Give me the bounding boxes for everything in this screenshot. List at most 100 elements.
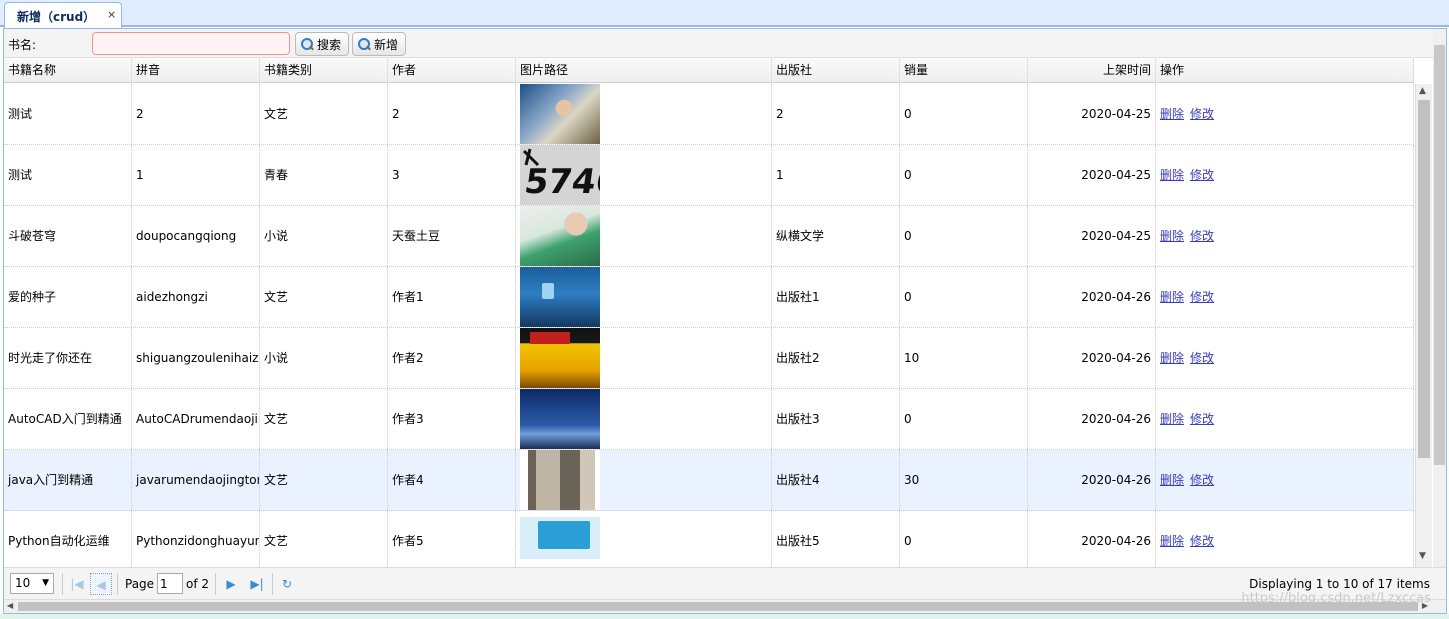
captcha-image: 5746 (522, 148, 600, 202)
cell-author: 作者3 (388, 389, 516, 449)
edit-link[interactable]: 修改 (1190, 412, 1214, 426)
tab-strip: 新增（crud） × (0, 0, 1449, 28)
column-header-name[interactable]: 书籍名称 (4, 59, 132, 83)
book-image (520, 511, 600, 567)
close-icon[interactable]: × (107, 8, 116, 21)
cell-image (516, 267, 772, 327)
edit-link[interactable]: 修改 (1190, 351, 1214, 365)
cell-category: 文艺 (260, 450, 388, 510)
delete-link[interactable]: 删除 (1160, 412, 1184, 426)
cell-sales: 0 (900, 511, 1028, 567)
column-header-pinyin[interactable]: 拼音 (132, 59, 260, 83)
edit-link[interactable]: 修改 (1190, 229, 1214, 243)
cell-date: 2020-04-25 (1028, 84, 1156, 144)
scroll-up-icon[interactable]: ▲ (1419, 86, 1426, 96)
last-page-icon[interactable]: ▶| (246, 573, 268, 595)
page-label: Page (125, 577, 155, 591)
cell-name: 测试 (4, 84, 132, 144)
delete-link[interactable]: 删除 (1160, 107, 1184, 121)
delete-link[interactable]: 删除 (1160, 168, 1184, 182)
table-row[interactable]: 测试 1 青春 3 5746 1 0 2020-04-25 删除 修改 (4, 145, 1414, 206)
column-header-sales[interactable]: 销量 (900, 59, 1028, 83)
cell-image (516, 450, 772, 510)
tab-title: 新增（crud） (17, 10, 96, 24)
column-header-date[interactable]: 上架时间 (1028, 59, 1156, 83)
divider (215, 573, 216, 595)
delete-link[interactable]: 删除 (1160, 290, 1184, 304)
cell-date: 2020-04-25 (1028, 206, 1156, 266)
edit-link[interactable]: 修改 (1190, 473, 1214, 487)
watermark: https://blog.csdn.net/Lzxccas (1241, 591, 1431, 606)
search-button[interactable]: 搜索 (295, 32, 349, 56)
cell-publisher: 出版社1 (772, 267, 900, 327)
book-image (520, 389, 600, 449)
cell-publisher: 2 (772, 84, 900, 144)
grid-vertical-scrollbar[interactable]: ▲ ▼ (1415, 84, 1432, 567)
column-header-publisher[interactable]: 出版社 (772, 59, 900, 83)
cell-category: 文艺 (260, 389, 388, 449)
column-header-author[interactable]: 作者 (388, 59, 516, 83)
scroll-left-icon[interactable]: ◀ (7, 601, 13, 610)
cell-date: 2020-04-26 (1028, 450, 1156, 510)
page-size-value: 10 (15, 576, 31, 590)
add-button[interactable]: 新增 (352, 32, 406, 56)
cell-image: 5746 (516, 145, 772, 205)
book-name-input[interactable] (92, 32, 290, 55)
delete-link[interactable]: 删除 (1160, 534, 1184, 548)
page-size-select[interactable]: 10 ▼ (10, 573, 54, 594)
cell-name: AutoCAD入门到精通 (4, 389, 132, 449)
refresh-icon[interactable]: ↻ (276, 573, 298, 595)
cell-pinyin: 1 (132, 145, 260, 205)
table-row[interactable]: Python自动化运维 Pythonzidonghuayunwei 文艺 作者5… (4, 511, 1414, 567)
cell-sales: 30 (900, 450, 1028, 510)
cell-category: 文艺 (260, 267, 388, 327)
book-image (520, 328, 600, 388)
column-header-actions[interactable]: 操作 (1156, 59, 1414, 83)
table-row[interactable]: 斗破苍穹 doupocangqiong 小说 天蚕土豆 纵横文学 0 2020-… (4, 206, 1414, 267)
search-icon (301, 37, 314, 51)
first-page-icon[interactable]: |◀ (66, 573, 88, 595)
cell-pinyin: AutoCADrumendaojingtong (132, 389, 260, 449)
table-row[interactable]: 爱的种子 aidezhongzi 文艺 作者1 出版社1 0 2020-04-2… (4, 267, 1414, 328)
column-header-category[interactable]: 书籍类别 (260, 59, 388, 83)
cell-publisher: 出版社2 (772, 328, 900, 388)
cell-name: 时光走了你还在 (4, 328, 132, 388)
tab-crud[interactable]: 新增（crud） × (4, 2, 122, 28)
page-vertical-scrollbar[interactable] (1433, 29, 1446, 589)
cell-sales: 0 (900, 84, 1028, 144)
horizontal-scrollbar[interactable]: ◀ ▶ (4, 599, 1446, 613)
horizontal-scroll-thumb[interactable] (18, 602, 1418, 611)
cell-author: 作者1 (388, 267, 516, 327)
page-number-input[interactable] (157, 573, 183, 594)
table-row[interactable]: 测试 2 文艺 2 2 0 2020-04-25 删除 修改 (4, 84, 1414, 145)
cell-actions: 删除 修改 (1156, 511, 1414, 567)
datagrid-panel: 书名: 搜索 新增 书籍名称 拼音 书籍类别 作者 图片路径 出版社 销量 上架… (3, 28, 1447, 614)
cell-pinyin: shiguangzoulenihaizai (132, 328, 260, 388)
cell-image (516, 328, 772, 388)
cell-actions: 删除 修改 (1156, 206, 1414, 266)
delete-link[interactable]: 删除 (1160, 229, 1184, 243)
table-row[interactable]: 时光走了你还在 shiguangzoulenihaizai 小说 作者2 出版社… (4, 328, 1414, 389)
divider (117, 573, 118, 595)
prev-page-icon[interactable]: ◀ (90, 573, 112, 595)
cell-name: Python自动化运维 (4, 511, 132, 567)
next-page-icon[interactable]: ▶ (220, 573, 242, 595)
scroll-thumb[interactable] (1418, 100, 1430, 458)
cell-actions: 删除 修改 (1156, 389, 1414, 449)
edit-link[interactable]: 修改 (1190, 534, 1214, 548)
cell-actions: 删除 修改 (1156, 267, 1414, 327)
edit-link[interactable]: 修改 (1190, 168, 1214, 182)
scroll-down-icon[interactable]: ▼ (1419, 551, 1426, 561)
edit-link[interactable]: 修改 (1190, 107, 1214, 121)
edit-link[interactable]: 修改 (1190, 290, 1214, 304)
table-row[interactable]: AutoCAD入门到精通 AutoCADrumendaojingtong 文艺 … (4, 389, 1414, 450)
table-row[interactable]: java入门到精通 javarumendaojingtong 文艺 作者4 出版… (4, 450, 1414, 511)
cell-author: 作者5 (388, 511, 516, 567)
column-header-image[interactable]: 图片路径 (516, 59, 772, 83)
cell-date: 2020-04-25 (1028, 145, 1156, 205)
cell-author: 天蚕土豆 (388, 206, 516, 266)
page-scroll-thumb[interactable] (1434, 45, 1445, 465)
delete-link[interactable]: 删除 (1160, 351, 1184, 365)
pagination-bar: 10 ▼ |◀ ◀ Page of 2 ▶ ▶| ↻ Displaying 1 … (4, 567, 1446, 599)
delete-link[interactable]: 删除 (1160, 473, 1184, 487)
